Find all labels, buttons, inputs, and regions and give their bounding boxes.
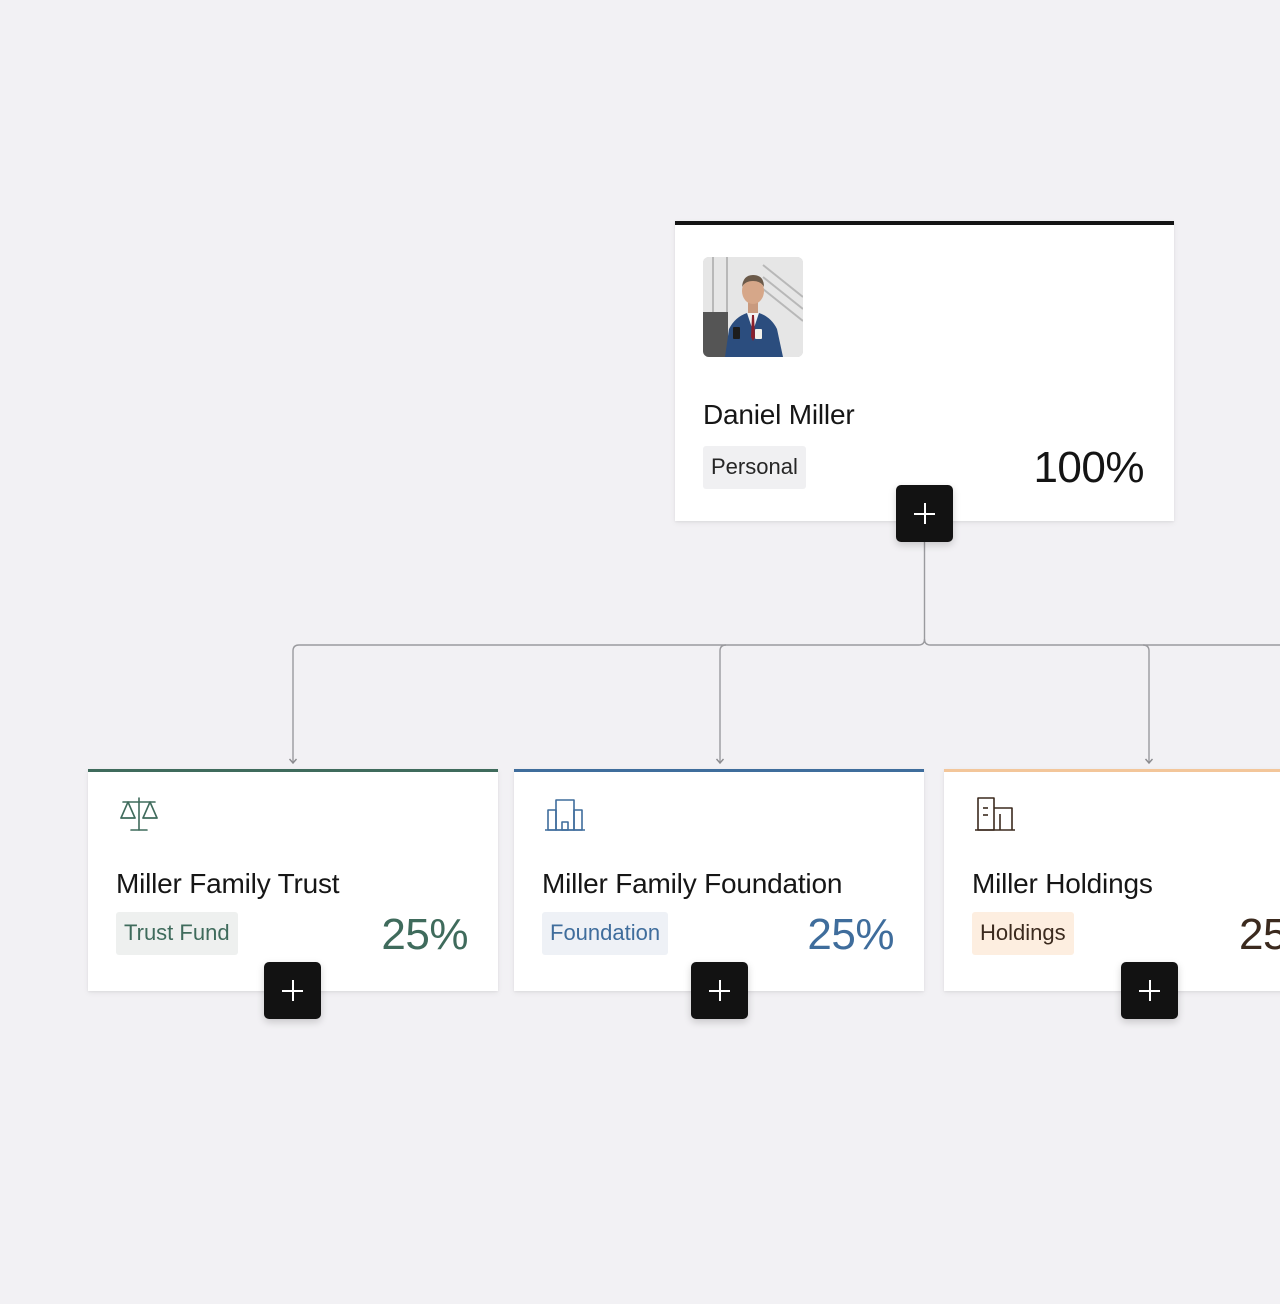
entity-ownership-percentage: 25% — [381, 910, 468, 959]
root-entity-card[interactable]: Daniel Miller Personal 100% — [675, 221, 1174, 521]
entity-card-foundation[interactable]: Miller Family Foundation Foundation 25% — [514, 769, 924, 991]
connector-horizontal — [292, 644, 919, 762]
office-building-icon — [975, 797, 1015, 831]
connector-lines — [288, 541, 1280, 765]
arrow-to-holdings — [1144, 758, 1154, 765]
connector-to-holdings — [1142, 644, 1150, 762]
entity-tag: Holdings — [972, 912, 1074, 955]
connector-root-right — [923, 638, 1280, 646]
add-child-button-holdings[interactable] — [1121, 962, 1178, 1019]
entity-tag: Foundation — [542, 912, 669, 955]
entity-ownership-percentage: 25% — [807, 910, 894, 959]
entity-name: Miller Holdings — [972, 868, 1153, 899]
arrow-to-trust — [288, 758, 298, 765]
scales-icon — [120, 797, 158, 831]
entity-name: Miller Family Foundation — [542, 868, 843, 899]
entity-card-trust[interactable]: Miller Family Trust Trust Fund 25% — [88, 769, 498, 991]
entity-ownership-percentage: 25% — [1239, 910, 1280, 959]
root-ownership-percentage: 100% — [1033, 443, 1144, 492]
arrow-to-foundation — [715, 758, 725, 765]
avatar — [703, 257, 803, 357]
org-chart-canvas: Daniel Miller Personal 100% Miller Famil… — [0, 0, 1280, 1304]
connector-root-stem — [918, 541, 926, 646]
root-entity-tag: Personal — [703, 446, 806, 489]
entity-tag: Trust Fund — [116, 912, 238, 955]
entity-name: Miller Family Trust — [116, 868, 340, 899]
buildings-icon — [545, 799, 585, 831]
add-child-button-root[interactable] — [896, 485, 953, 542]
connector-to-foundation — [719, 644, 727, 762]
add-child-button-trust[interactable] — [264, 962, 321, 1019]
entity-card-holdings[interactable]: Miller Holdings Holdings 25% — [944, 769, 1280, 991]
root-entity-name: Daniel Miller — [703, 399, 855, 430]
add-child-button-foundation[interactable] — [691, 962, 748, 1019]
